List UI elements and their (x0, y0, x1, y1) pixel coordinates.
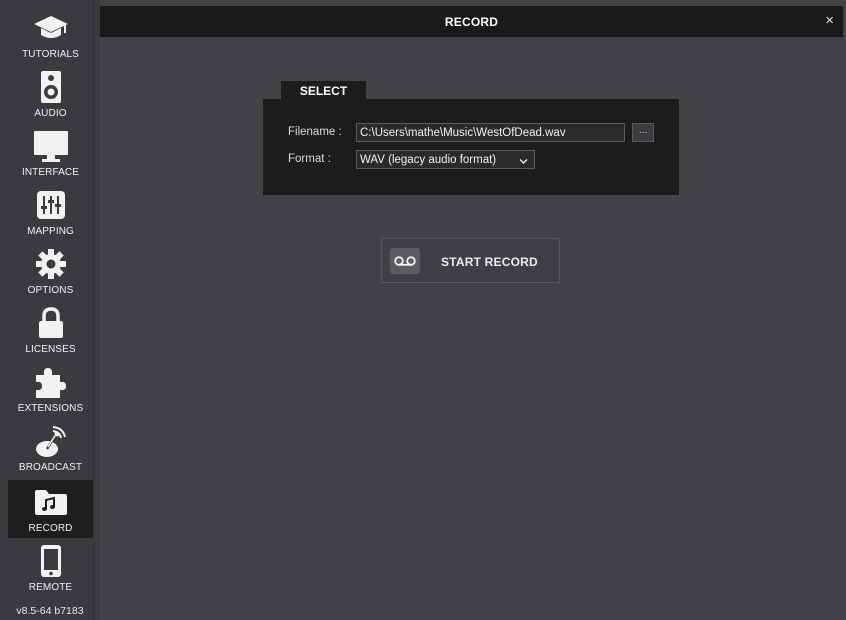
sidebar-item-licenses[interactable]: LICENSES (8, 301, 93, 359)
voicemail-icon (390, 248, 420, 274)
sliders-icon (31, 187, 71, 223)
format-select[interactable]: WAV (legacy audio format) (356, 150, 535, 169)
sidebar-item-remote[interactable]: REMOTE (8, 539, 93, 597)
sidebar-item-label: EXTENSIONS (17, 403, 84, 414)
start-record-label: START RECORD (441, 255, 538, 269)
start-record-button[interactable]: START RECORD (381, 238, 560, 283)
title-bar: RECORD × (100, 6, 843, 37)
music-folder-icon (31, 484, 71, 520)
select-panel: Filename : ... Format : WAV (legacy audi… (263, 99, 679, 195)
select-tab: SELECT (281, 81, 366, 100)
version-label: v8.5-64 b7183 (16, 605, 84, 617)
filename-input[interactable] (356, 123, 625, 142)
graduation-cap-icon (31, 10, 71, 46)
sidebar-item-tutorials[interactable]: TUTORIALS (8, 6, 93, 64)
sidebar-item-interface[interactable]: INTERFACE (8, 124, 93, 182)
chevron-down-icon (519, 156, 528, 168)
sidebar-item-label: OPTIONS (27, 285, 74, 296)
sidebar-item-label: LICENSES (25, 344, 76, 355)
browse-button[interactable]: ... (632, 123, 654, 142)
sidebar-item-label: TUTORIALS (22, 49, 79, 60)
sidebar-item-label: MAPPING (27, 226, 74, 237)
sidebar-item-options[interactable]: OPTIONS (8, 242, 93, 300)
page-title: RECORD (444, 14, 499, 29)
puzzle-icon (31, 364, 71, 400)
gear-icon (31, 246, 71, 282)
sidebar-item-audio[interactable]: AUDIO (8, 65, 93, 123)
sidebar-item-record[interactable]: RECORD (8, 480, 93, 538)
sidebar-item-mapping[interactable]: MAPPING (8, 183, 93, 241)
filename-label: Filename : (288, 126, 342, 138)
phone-icon (31, 543, 71, 579)
sidebar-item-label: REMOTE (28, 582, 73, 593)
sidebar-item-label: BROADCAST (18, 462, 83, 473)
format-label: Format : (288, 153, 331, 165)
sidebar-item-label: INTERFACE (21, 167, 80, 178)
sidebar: TUTORIALS AUDIO INTERFACE MAPPING OPTION… (0, 0, 100, 620)
speaker-icon (31, 69, 71, 105)
close-icon[interactable]: × (825, 12, 834, 30)
format-select-value: WAV (legacy audio format) (360, 153, 497, 166)
sidebar-divider (93, 0, 100, 620)
sidebar-item-extensions[interactable]: EXTENSIONS (8, 360, 93, 418)
sidebar-item-label: AUDIO (34, 108, 67, 119)
select-tab-label: SELECT (299, 83, 348, 98)
sidebar-item-label: RECORD (28, 523, 73, 534)
monitor-icon (31, 128, 71, 164)
sidebar-item-broadcast[interactable]: BROADCAST (8, 419, 93, 477)
broadcast-icon (31, 423, 71, 459)
lock-icon (31, 305, 71, 341)
